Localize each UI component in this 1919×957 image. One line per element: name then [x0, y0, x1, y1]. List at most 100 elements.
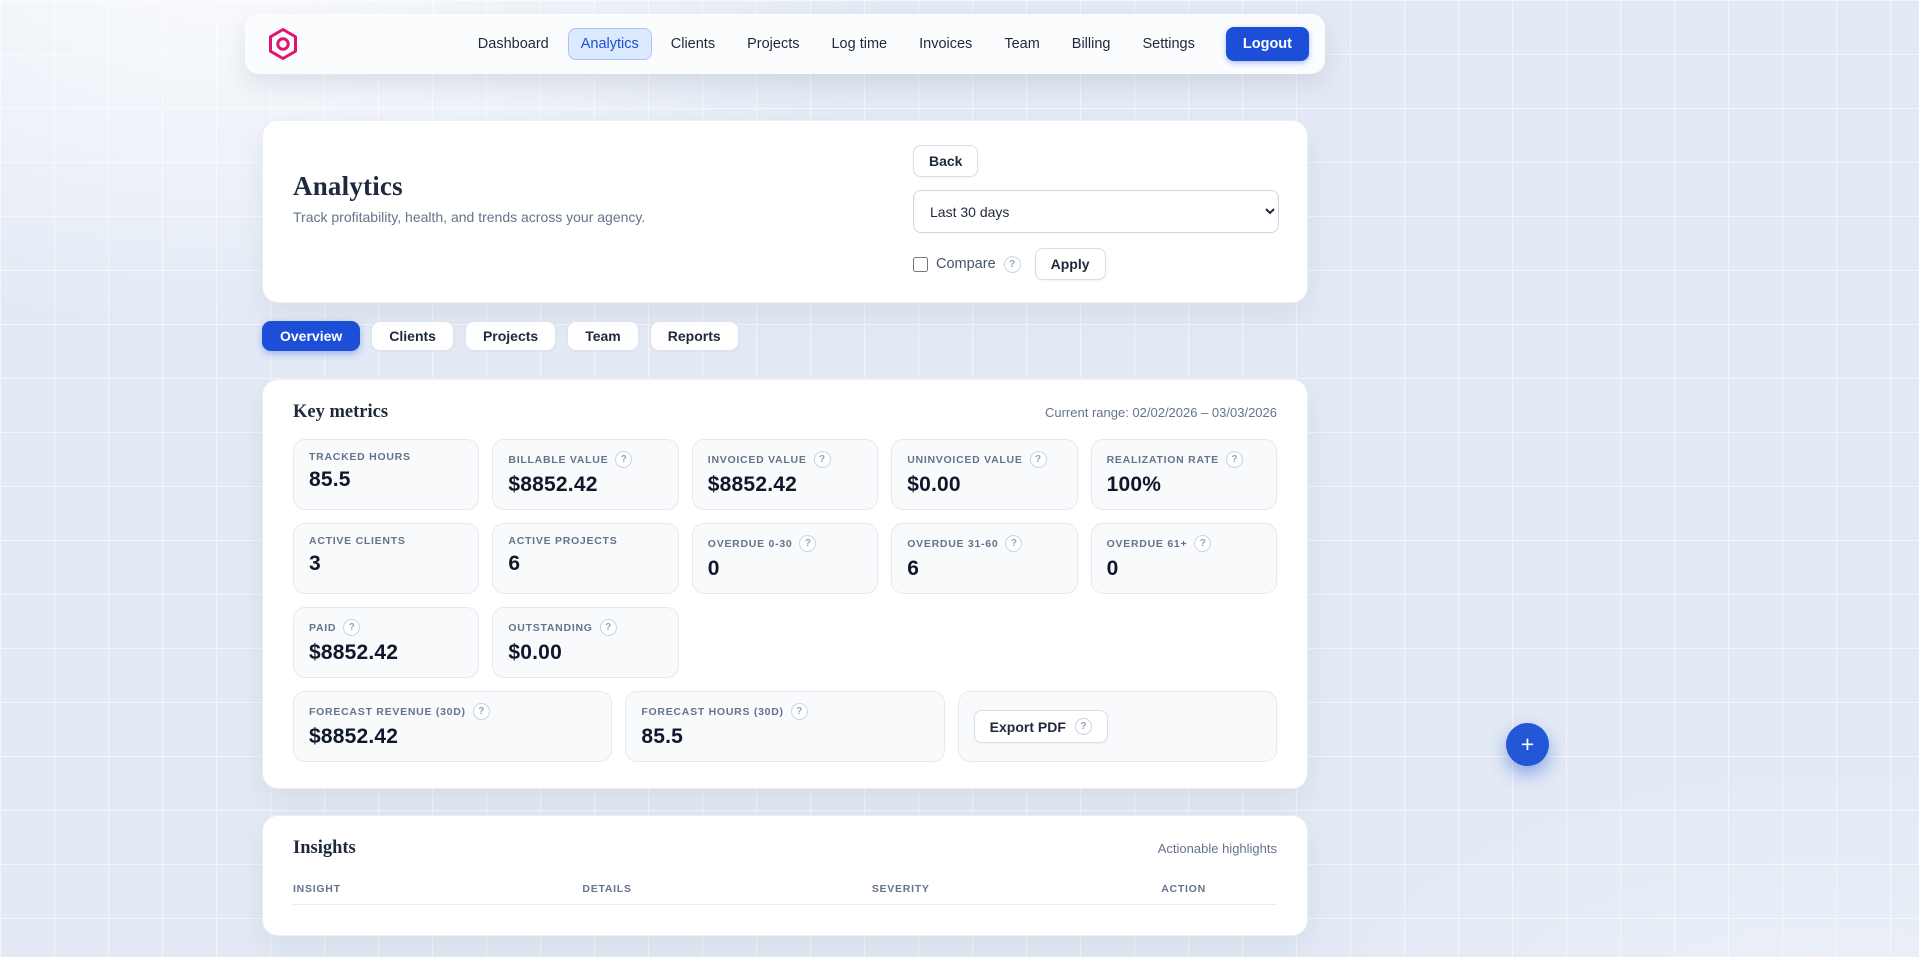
nav-item-clients[interactable]: Clients	[658, 28, 728, 60]
metric-label: INVOICED VALUE	[708, 454, 807, 466]
nav-item-settings[interactable]: Settings	[1129, 28, 1207, 60]
metric-label: ACTIVE PROJECTS	[508, 535, 617, 547]
compare-checkbox[interactable]	[913, 257, 928, 272]
metric-value: 0	[1107, 557, 1261, 581]
nav-item-analytics[interactable]: Analytics	[568, 28, 652, 60]
metric-value: 6	[508, 552, 662, 576]
help-icon[interactable]: ?	[473, 703, 490, 720]
insights-header: Insights Actionable highlights	[293, 838, 1277, 859]
metric-value: $0.00	[508, 641, 662, 665]
metric-value: 3	[309, 552, 463, 576]
date-range-select[interactable]: Last 30 days	[913, 190, 1279, 233]
help-icon[interactable]: ?	[799, 535, 816, 552]
metric-tile-active-clients: ACTIVE CLIENTS 3	[293, 523, 479, 594]
metric-value: $8852.42	[309, 725, 596, 749]
current-range-label: Current range: 02/02/2026 – 03/03/2026	[1045, 405, 1277, 420]
nav-item-projects[interactable]: Projects	[734, 28, 812, 60]
apply-button[interactable]: Apply	[1035, 248, 1106, 280]
metric-tile-uninvoiced-value: UNINVOICED VALUE? $0.00	[891, 439, 1077, 510]
metric-label: BILLABLE VALUE	[508, 454, 608, 466]
metric-value: $0.00	[907, 473, 1061, 497]
metric-value: 6	[907, 557, 1061, 581]
metric-tile-forecast-revenue: FORECAST REVENUE (30D)? $8852.42	[293, 691, 612, 762]
hexagon-logo-icon	[266, 27, 300, 61]
metric-value: 85.5	[309, 468, 463, 492]
help-icon[interactable]: ?	[615, 451, 632, 468]
back-button[interactable]: Back	[913, 145, 978, 177]
page-title: Analytics	[293, 171, 645, 202]
export-pdf-button[interactable]: Export PDF ?	[974, 710, 1108, 743]
metric-label: REALIZATION RATE	[1107, 454, 1219, 466]
export-pdf-help-icon[interactable]: ?	[1075, 718, 1092, 735]
metric-label: OVERDUE 0-30	[708, 538, 793, 550]
help-icon[interactable]: ?	[343, 619, 360, 636]
metric-label: UNINVOICED VALUE	[907, 454, 1022, 466]
column-severity: SEVERITY	[872, 883, 1161, 895]
export-pdf-tile: Export PDF ?	[958, 691, 1277, 762]
help-icon[interactable]: ?	[600, 619, 617, 636]
metric-tile-grid: TRACKED HOURS 85.5 BILLABLE VALUE? $8852…	[293, 439, 1277, 678]
metric-tile-paid: PAID? $8852.42	[293, 607, 479, 678]
key-metrics-title: Key metrics	[293, 402, 388, 423]
metric-label: OVERDUE 61+	[1107, 538, 1188, 550]
add-fab-button[interactable]: +	[1506, 723, 1549, 766]
insights-card: Insights Actionable highlights INSIGHT D…	[262, 815, 1308, 936]
app-container: Dashboard Analytics Clients Projects Log…	[0, 14, 1570, 936]
metric-value: 85.5	[641, 725, 928, 749]
metric-value: $8852.42	[309, 641, 463, 665]
nav-item-dashboard[interactable]: Dashboard	[465, 28, 562, 60]
nav-item-billing[interactable]: Billing	[1059, 28, 1124, 60]
metric-tile-invoiced-value: INVOICED VALUE? $8852.42	[692, 439, 878, 510]
top-nav: Dashboard Analytics Clients Projects Log…	[245, 14, 1325, 74]
tab-overview[interactable]: Overview	[262, 321, 360, 351]
compare-label: Compare	[936, 256, 996, 272]
metric-label: FORECAST HOURS (30D)	[641, 706, 783, 718]
tab-reports[interactable]: Reports	[650, 321, 739, 351]
metric-value: 0	[708, 557, 862, 581]
export-pdf-label: Export PDF	[990, 719, 1066, 735]
help-icon[interactable]: ?	[1005, 535, 1022, 552]
tab-team[interactable]: Team	[567, 321, 639, 351]
help-icon[interactable]: ?	[791, 703, 808, 720]
insights-table-header: INSIGHT DETAILS SEVERITY ACTION	[293, 877, 1277, 905]
insights-subtitle: Actionable highlights	[1158, 841, 1277, 856]
column-action: ACTION	[1161, 883, 1277, 895]
forecast-tile-grid: FORECAST REVENUE (30D)? $8852.42 FORECAS…	[293, 691, 1277, 762]
metric-tile-active-projects: ACTIVE PROJECTS 6	[492, 523, 678, 594]
help-icon[interactable]: ?	[814, 451, 831, 468]
compare-row: Compare ? Apply	[913, 248, 1106, 280]
metric-value: $8852.42	[508, 473, 662, 497]
analytics-tabs: Overview Clients Projects Team Reports	[262, 321, 1308, 351]
nav-item-invoices[interactable]: Invoices	[906, 28, 985, 60]
tab-clients[interactable]: Clients	[371, 321, 454, 351]
metric-tile-overdue-61-plus: OVERDUE 61+? 0	[1091, 523, 1277, 594]
metric-value: $8852.42	[708, 473, 862, 497]
metric-tile-forecast-hours: FORECAST HOURS (30D)? 85.5	[625, 691, 944, 762]
logout-button[interactable]: Logout	[1226, 27, 1309, 61]
column-details: DETAILS	[582, 883, 871, 895]
tab-projects[interactable]: Projects	[465, 321, 556, 351]
metric-tile-overdue-31-60: OVERDUE 31-60? 6	[891, 523, 1077, 594]
nav-menu: Dashboard Analytics Clients Projects Log…	[465, 27, 1309, 61]
compare-help-icon[interactable]: ?	[1004, 256, 1021, 273]
metric-value: 100%	[1107, 473, 1261, 497]
header-controls: Back Last 30 days Compare ? Apply	[913, 145, 1279, 280]
brand-logo-icon[interactable]	[265, 26, 301, 62]
page-subtitle: Track profitability, health, and trends …	[293, 209, 645, 225]
page-header-text: Analytics Track profitability, health, a…	[291, 145, 645, 280]
metric-label: TRACKED HOURS	[309, 451, 411, 463]
page-header-card: Analytics Track profitability, health, a…	[262, 120, 1308, 303]
metric-label: PAID	[309, 622, 336, 634]
nav-item-team[interactable]: Team	[991, 28, 1052, 60]
nav-item-log-time[interactable]: Log time	[818, 28, 900, 60]
help-icon[interactable]: ?	[1194, 535, 1211, 552]
column-insight: INSIGHT	[293, 883, 582, 895]
help-icon[interactable]: ?	[1030, 451, 1047, 468]
metric-tile-tracked-hours: TRACKED HOURS 85.5	[293, 439, 479, 510]
metric-label: OVERDUE 31-60	[907, 538, 998, 550]
main-content: Analytics Track profitability, health, a…	[262, 120, 1308, 936]
metric-tile-realization-rate: REALIZATION RATE? 100%	[1091, 439, 1277, 510]
metric-label: OUTSTANDING	[508, 622, 592, 634]
key-metrics-card: Key metrics Current range: 02/02/2026 – …	[262, 379, 1308, 789]
help-icon[interactable]: ?	[1226, 451, 1243, 468]
